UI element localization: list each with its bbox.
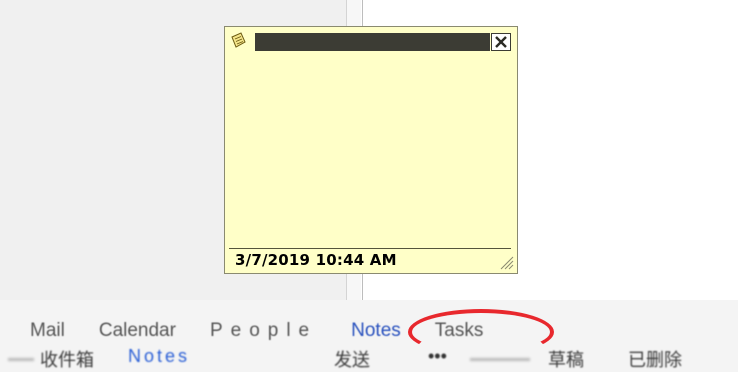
nav-item-people[interactable]: People (210, 320, 317, 342)
smear-mark (8, 358, 34, 361)
note-title-bar[interactable] (225, 27, 517, 55)
note-title-fill[interactable] (255, 33, 490, 51)
close-button[interactable] (491, 33, 511, 51)
note-text-area[interactable] (225, 55, 521, 249)
folder-strip: 收件箱 Notes 发送 ••• 草稿 已删除 (0, 346, 738, 370)
close-icon (495, 36, 507, 48)
folder-item-sent[interactable]: 发送 (334, 346, 370, 372)
nav-item-calendar[interactable]: Calendar (99, 320, 176, 342)
folder-item-inbox[interactable]: 收件箱 (40, 346, 94, 372)
nav-row: Mail Calendar People Notes Tasks (0, 318, 738, 344)
note-timestamp: 3/7/2019 10:44 AM (235, 251, 397, 269)
folder-item-notes[interactable]: Notes (128, 346, 190, 367)
folder-item-drafts[interactable]: 草稿 (548, 346, 584, 372)
resize-grip-icon[interactable] (498, 254, 514, 270)
note-pad-icon[interactable] (229, 32, 247, 50)
smear-mark (470, 358, 530, 361)
nav-item-mail[interactable]: Mail (30, 320, 65, 342)
folder-item-deleted[interactable]: 已删除 (628, 346, 682, 372)
nav-item-notes[interactable]: Notes (351, 320, 401, 342)
note-footer-divider (229, 248, 511, 249)
overflow-dots[interactable]: ••• (428, 346, 447, 367)
sticky-note-window[interactable]: 3/7/2019 10:44 AM (224, 26, 521, 274)
